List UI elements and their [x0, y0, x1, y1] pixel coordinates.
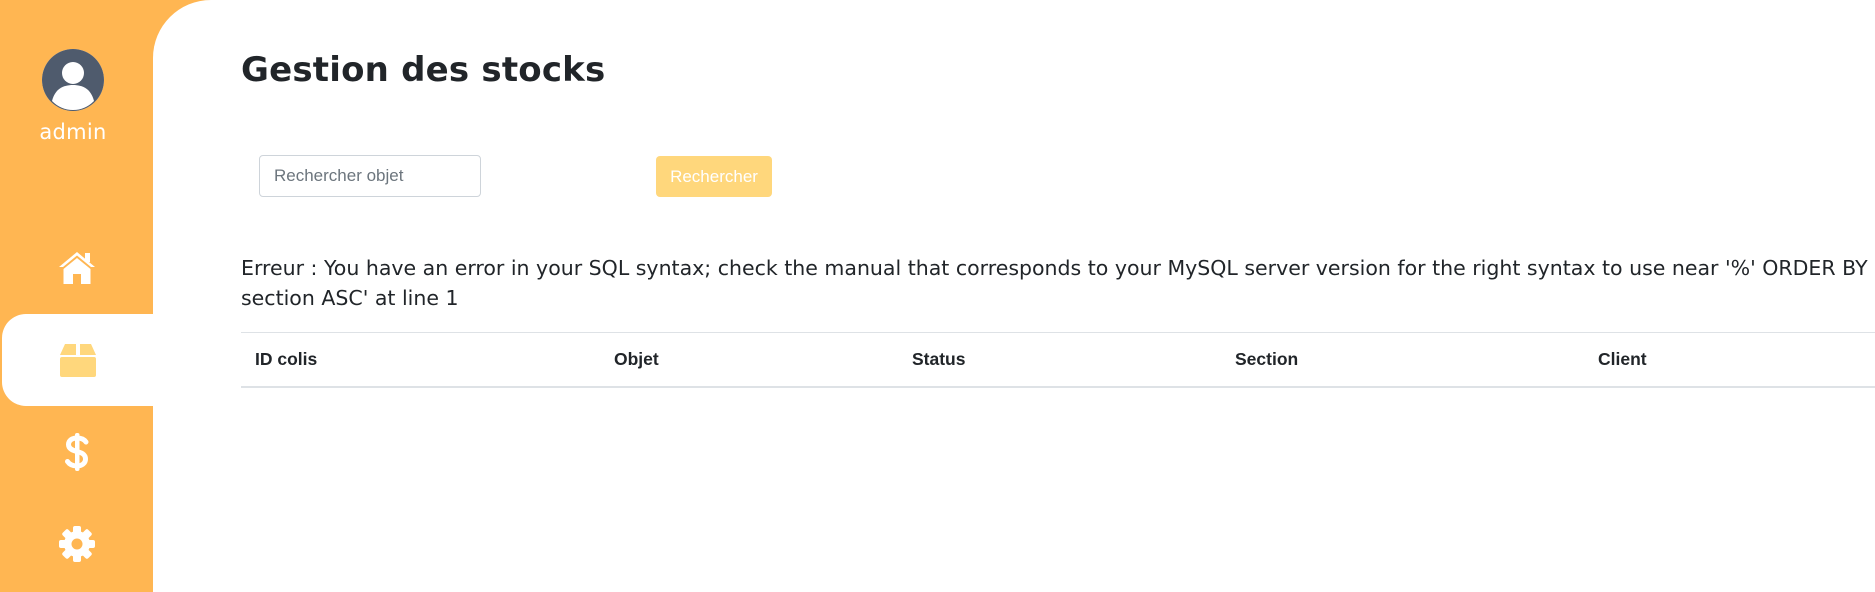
home-icon — [0, 222, 153, 314]
error-message: Erreur : You have an error in your SQL s… — [241, 256, 1868, 310]
sidebar: admin — [0, 0, 153, 592]
nav-item-stock[interactable] — [2, 314, 153, 406]
table-header: ID colis Objet Status Section Client — [241, 332, 1875, 388]
column-header-client[interactable]: Client — [1598, 333, 1647, 386]
page-title: Gestion des stocks — [241, 50, 606, 90]
search-input[interactable] — [259, 155, 481, 197]
nav-item-finance[interactable] — [0, 406, 153, 498]
column-header-section[interactable]: Section — [1235, 333, 1298, 386]
column-header-status[interactable]: Status — [912, 333, 965, 386]
dollar-icon — [0, 406, 153, 498]
nav-item-home[interactable] — [0, 222, 153, 314]
username-label: admin — [39, 120, 107, 144]
box-icon — [2, 314, 153, 406]
app-window: admin Gestion des stocks Rechercher obje… — [0, 0, 1875, 592]
user-avatar-icon[interactable] — [42, 49, 104, 111]
gear-icon — [0, 498, 153, 590]
main-content: Gestion des stocks Rechercher Erreur : Y… — [153, 0, 1875, 592]
column-header-objet[interactable]: Objet — [614, 333, 659, 386]
nav-item-settings[interactable] — [0, 498, 153, 590]
column-header-id[interactable]: ID colis — [255, 333, 317, 386]
search-button[interactable]: Rechercher — [656, 156, 772, 197]
